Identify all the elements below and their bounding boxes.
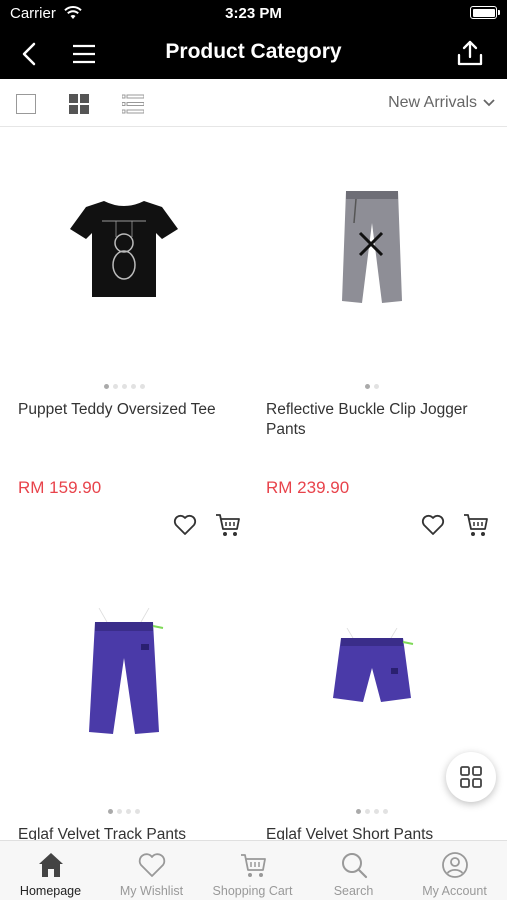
- view-toolbar: New Arrivals: [0, 79, 507, 127]
- product-name[interactable]: Eglaf Velvet Short Pants: [266, 825, 491, 840]
- image-pager: [0, 384, 248, 389]
- sort-label: New Arrivals: [388, 94, 477, 111]
- chevron-down-icon: [483, 99, 495, 107]
- product-image[interactable]: [248, 128, 496, 368]
- product-price: RM 239.90: [266, 478, 350, 497]
- search-icon: [342, 853, 368, 879]
- tab-search[interactable]: Search: [303, 841, 404, 900]
- tab-shopping-cart[interactable]: Shopping Cart: [202, 841, 303, 900]
- product-grid: Puppet Teddy Oversized Tee RM 159.90 Ref…: [0, 128, 507, 840]
- tab-label: My Wishlist: [119, 884, 184, 898]
- home-icon: [39, 853, 63, 877]
- cart-icon: [241, 854, 266, 877]
- heart-icon[interactable]: [172, 512, 198, 538]
- tab-label: Shopping Cart: [212, 884, 293, 898]
- image-pager: [248, 809, 496, 814]
- jogger-pants-image: [342, 191, 402, 303]
- cart-icon[interactable]: [462, 512, 490, 538]
- tab-label: My Account: [422, 884, 487, 898]
- product-name[interactable]: Eglaf Velvet Track Pants: [18, 825, 243, 840]
- product-name[interactable]: Puppet Teddy Oversized Tee: [18, 400, 243, 420]
- sort-dropdown[interactable]: New Arrivals: [388, 94, 495, 112]
- product-price: RM 159.90: [18, 478, 102, 497]
- tab-label: Search: [333, 884, 374, 898]
- image-pager: [0, 809, 248, 814]
- header: Product Category: [0, 28, 507, 79]
- account-icon: [442, 852, 468, 878]
- track-pants-image: [89, 608, 164, 734]
- short-pants-image: [333, 628, 414, 702]
- battery-icon: [470, 6, 500, 19]
- bottom-tab-bar: Homepage My Wishlist Shopping Cart Searc…: [0, 840, 507, 900]
- page-title: Product Category: [165, 40, 342, 63]
- grid-view-icon[interactable]: [69, 94, 89, 114]
- list-view-icon[interactable]: [122, 94, 144, 114]
- single-view-icon[interactable]: [16, 94, 36, 114]
- heart-icon: [138, 853, 166, 877]
- share-icon[interactable]: [455, 38, 485, 68]
- product-image[interactable]: [0, 128, 248, 368]
- tab-label: Homepage: [19, 884, 82, 898]
- tab-homepage[interactable]: Homepage: [0, 841, 101, 900]
- status-bar: Carrier 3:23 PM: [0, 0, 507, 28]
- product-name[interactable]: Reflective Buckle Clip Jogger Pants: [266, 400, 491, 440]
- heart-icon[interactable]: [420, 512, 446, 538]
- image-pager: [248, 384, 496, 389]
- tab-my-account[interactable]: My Account: [404, 841, 505, 900]
- tshirt-image: [70, 201, 178, 297]
- cart-icon[interactable]: [214, 512, 242, 538]
- tab-wishlist[interactable]: My Wishlist: [101, 841, 202, 900]
- apps-icon: [460, 766, 482, 788]
- clock: 3:23 PM: [225, 5, 282, 22]
- product-image[interactable]: [0, 553, 248, 793]
- category-grid-button[interactable]: [446, 752, 496, 802]
